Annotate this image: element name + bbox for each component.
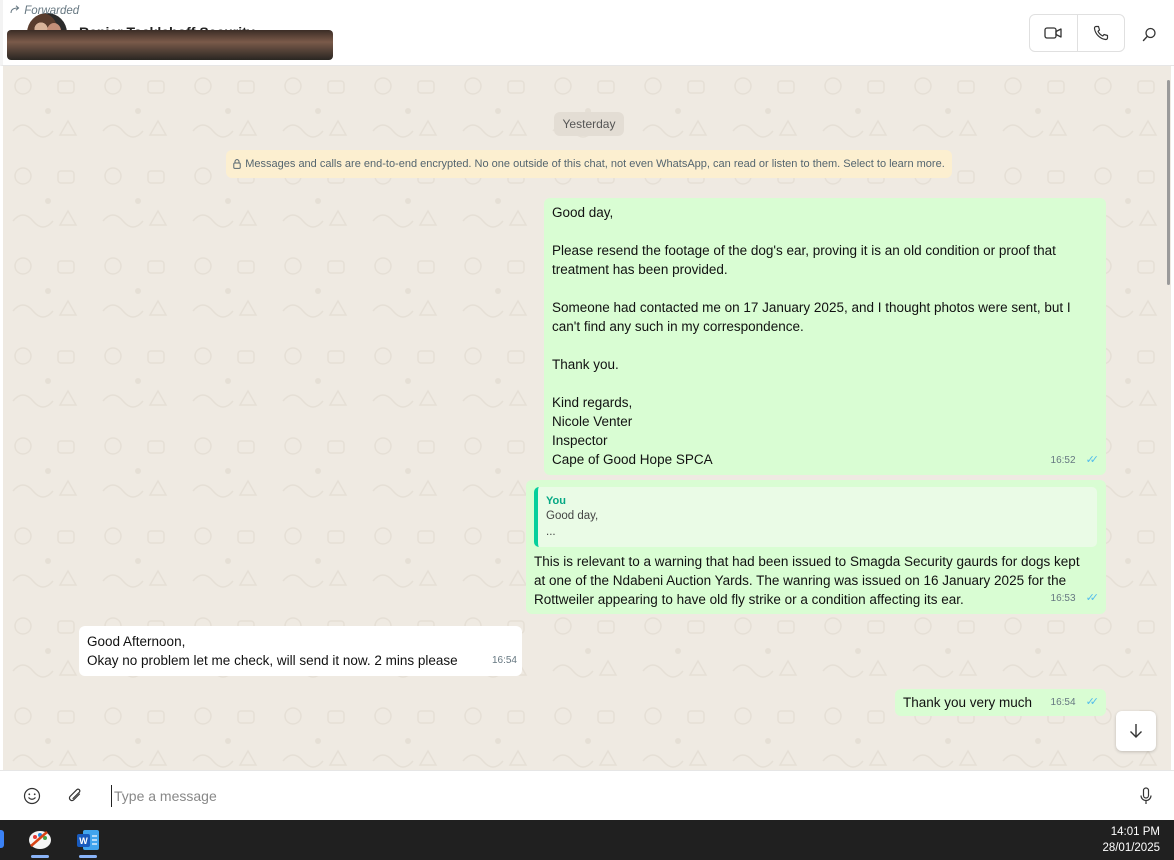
emoji-button[interactable]	[20, 784, 44, 808]
arrow-down-icon	[1130, 724, 1142, 738]
message-line: Cape of Good Hope SPCA	[552, 452, 713, 467]
message-input[interactable]	[111, 785, 1111, 807]
os-taskbar	[0, 820, 1174, 860]
encryption-notice-text: Messages and calls are end-to-end encryp…	[245, 158, 945, 170]
quoted-text-ellipsis: ...	[546, 526, 556, 538]
message-line: Thank you.	[552, 357, 619, 372]
forwarded-image[interactable]	[7, 30, 333, 60]
message-line: Kind regards,	[552, 395, 633, 410]
read-receipt-icon: ✓✓	[1085, 592, 1100, 604]
video-call-button[interactable]	[1030, 15, 1077, 51]
message-time: 16:54	[491, 655, 517, 666]
outgoing-message[interactable]: Thank you very much 16:54 ✓✓	[895, 689, 1106, 716]
lock-icon	[233, 159, 241, 169]
taskbar-date: 28/01/2025	[1102, 842, 1160, 854]
message-line: Good day,	[552, 205, 614, 220]
message-line: Okay no problem let me check, will send …	[87, 653, 458, 668]
message-meta: 16:54	[492, 651, 517, 670]
taskbar-paint-app[interactable]	[17, 820, 63, 860]
taskbar-word-app[interactable]: W	[65, 820, 111, 860]
paint-app-icon	[29, 831, 51, 849]
taskbar-clock[interactable]: 14:01 PM 28/01/2025	[1102, 824, 1160, 856]
message-line: Please resend the footage of the dog's e…	[552, 243, 1056, 277]
read-receipt-icon: ✓✓	[1085, 454, 1100, 466]
forward-arrow-icon	[10, 5, 20, 14]
message-text: Good Afternoon, Okay no problem let me c…	[87, 632, 507, 670]
message-time: 16:52	[1050, 455, 1076, 466]
active-app-indicator	[79, 855, 97, 858]
video-call-icon	[1044, 27, 1062, 39]
message-line: Nicole Venter	[552, 414, 633, 429]
microphone-icon	[1140, 787, 1152, 804]
message-line-blank	[552, 279, 1092, 298]
message-line-blank	[552, 374, 1092, 393]
scroll-to-bottom-button[interactable]	[1116, 711, 1156, 751]
search-button[interactable]	[1137, 22, 1161, 46]
outgoing-message[interactable]: Good day, Please resend the footage of t…	[544, 198, 1106, 475]
taskbar-edge-indicator	[0, 830, 4, 848]
message-time: 16:53	[1050, 593, 1076, 604]
forwarded-text: Forwarded	[24, 5, 80, 17]
voice-call-button[interactable]	[1076, 15, 1125, 51]
message-meta: 16:52 ✓✓	[1050, 451, 1100, 470]
encryption-notice[interactable]: Messages and calls are end-to-end encryp…	[226, 150, 952, 178]
message-line: Inspector	[552, 433, 608, 448]
message-text: Thank you very much	[903, 695, 1033, 710]
date-separator: Yesterday	[554, 112, 624, 136]
read-receipt-icon: ✓✓	[1085, 696, 1100, 708]
taskbar-time: 14:01 PM	[1110, 826, 1160, 838]
paperclip-icon	[68, 788, 81, 802]
message-line: Good Afternoon,	[87, 634, 186, 649]
message-time: 16:54	[1050, 697, 1076, 708]
svg-text:W: W	[79, 836, 88, 846]
message-line-blank	[552, 222, 1092, 241]
message-meta: 16:54 ✓✓	[1050, 693, 1100, 712]
message-text: This is relevant to a warning that had b…	[534, 554, 1080, 607]
message-line-blank	[552, 336, 1092, 355]
voice-message-button[interactable]	[1134, 784, 1158, 808]
call-button-group	[1029, 14, 1125, 52]
message-text: Good day, Please resend the footage of t…	[552, 203, 1092, 469]
search-icon	[1142, 27, 1156, 41]
message-composer	[0, 770, 1174, 820]
voice-call-icon	[1093, 25, 1108, 41]
incoming-message[interactable]: Good Afternoon, Okay no problem let me c…	[79, 626, 522, 676]
message-meta: 16:53 ✓✓	[1050, 589, 1100, 608]
chat-scrollbar[interactable]	[1167, 80, 1170, 285]
active-app-indicator	[31, 855, 49, 858]
word-app-icon: W	[77, 830, 99, 850]
outgoing-reply-message[interactable]: You Good day, ... This is relevant to a …	[526, 480, 1106, 614]
attach-button[interactable]	[63, 784, 87, 808]
quoted-message[interactable]: You Good day, ...	[534, 487, 1097, 547]
message-line: Someone had contacted me on 17 January 2…	[552, 300, 1071, 334]
forwarded-label: Forwarded	[10, 5, 79, 17]
emoji-icon	[23, 787, 41, 805]
